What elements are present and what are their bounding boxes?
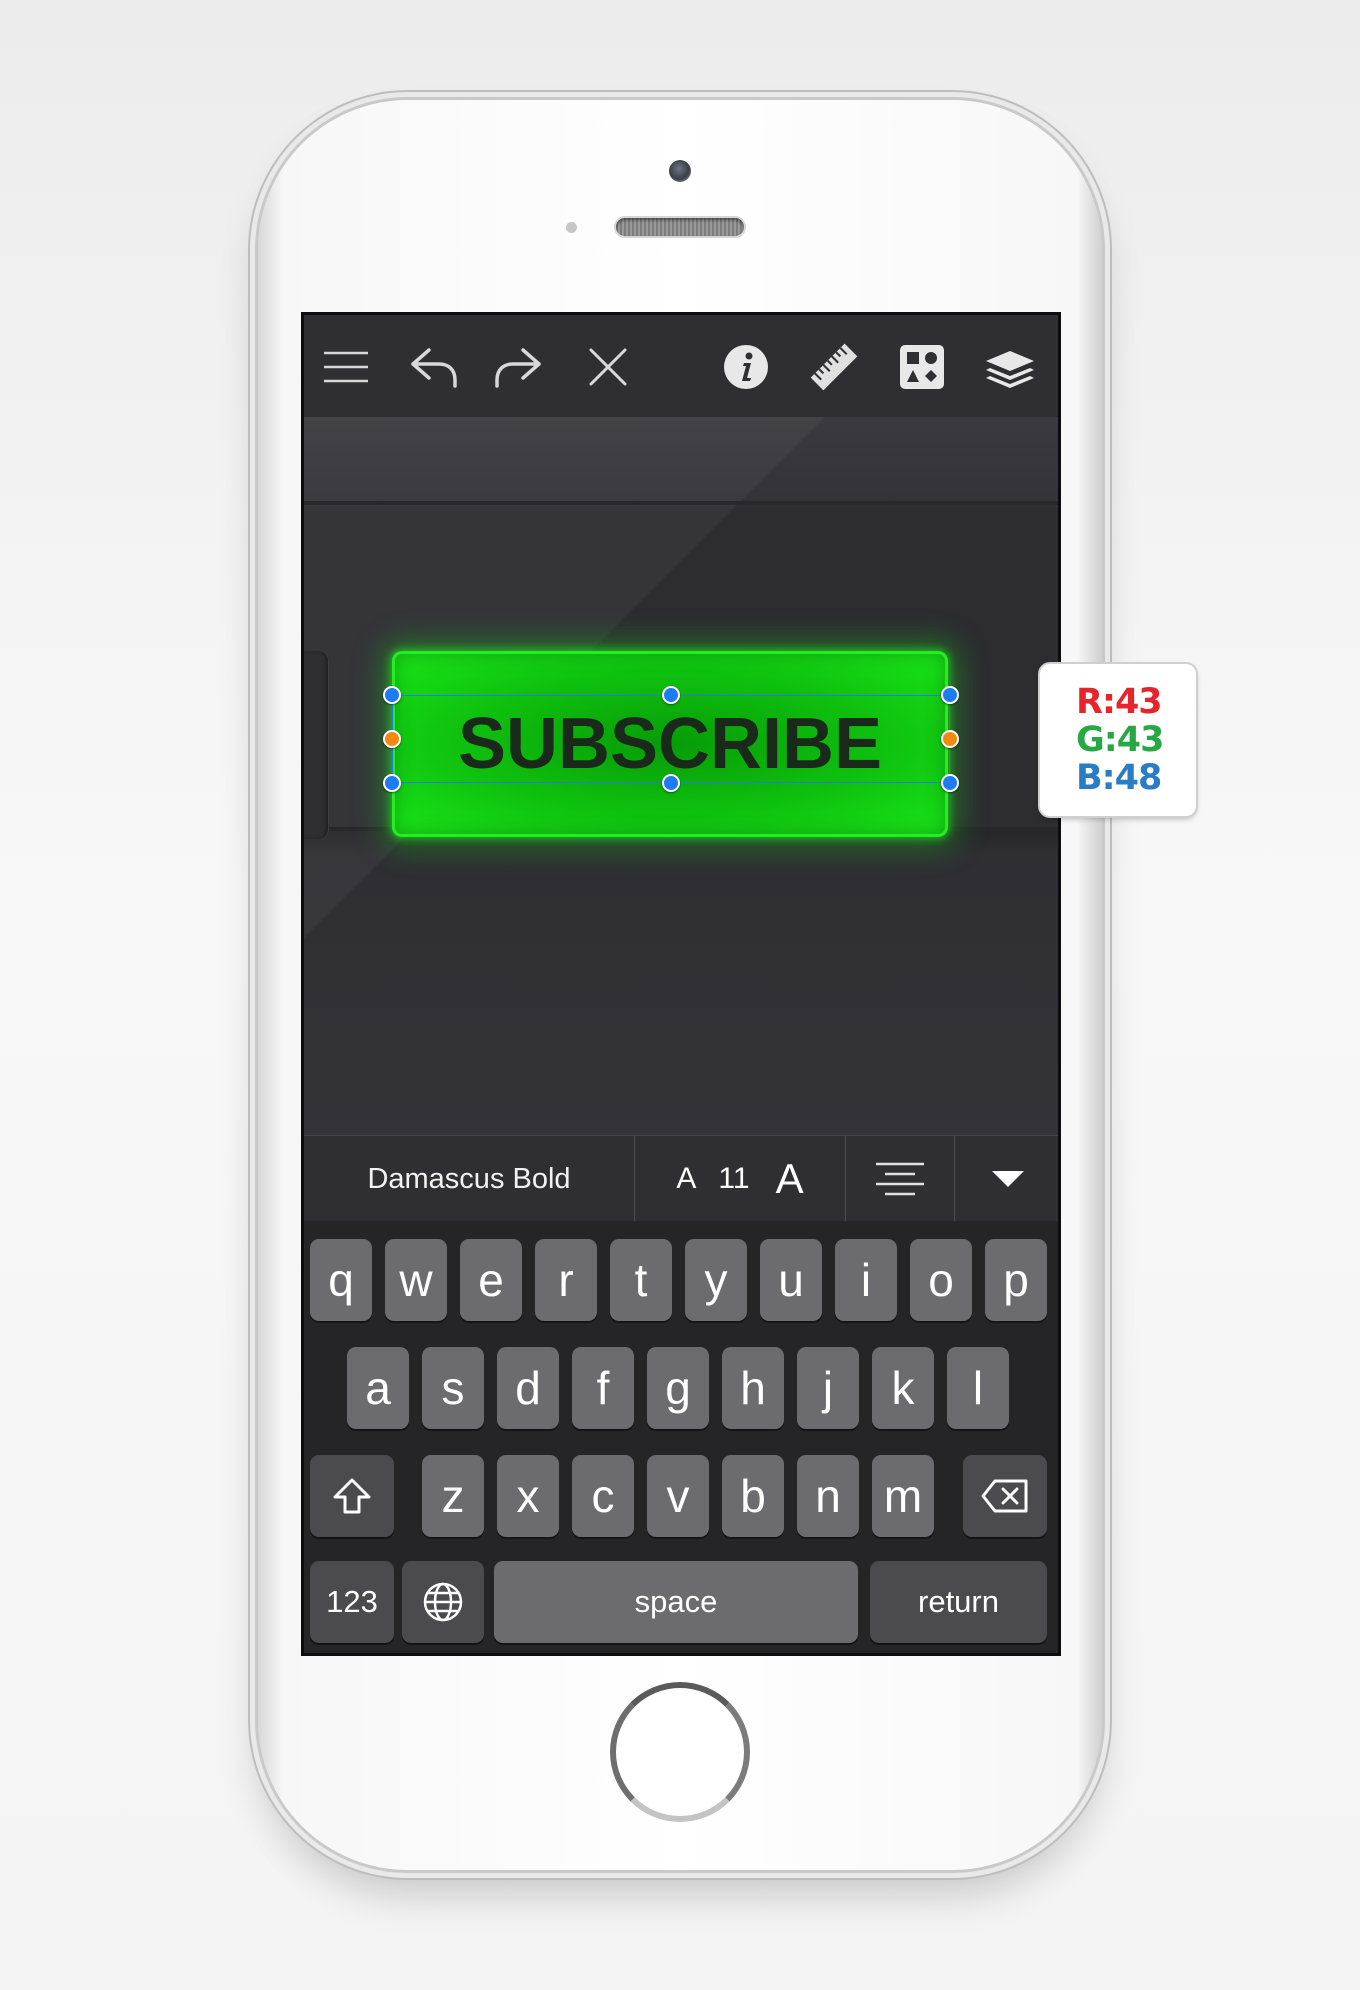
globe-icon	[423, 1582, 463, 1622]
resize-handle-top-center[interactable]	[662, 686, 680, 704]
key-v[interactable]: v	[647, 1455, 709, 1537]
key-s[interactable]: s	[422, 1347, 484, 1429]
resize-handle-bottom-left[interactable]	[383, 774, 401, 792]
key-g[interactable]: g	[647, 1347, 709, 1429]
earpiece-speaker	[616, 218, 744, 236]
key-n[interactable]: n	[797, 1455, 859, 1537]
info-icon[interactable]	[718, 339, 774, 395]
red-value: R:43	[1075, 682, 1163, 722]
design-canvas[interactable]: SUBSCRIBE	[304, 417, 1058, 1147]
key-x[interactable]: x	[497, 1455, 559, 1537]
key-c[interactable]: c	[572, 1455, 634, 1537]
font-name-label: Damascus Bold	[367, 1162, 571, 1195]
numbers-key[interactable]: 123	[310, 1561, 394, 1643]
top-toolbar	[304, 315, 1058, 418]
resize-handle-middle-right[interactable]	[941, 730, 959, 748]
return-key[interactable]: return	[870, 1561, 1047, 1643]
resize-handle-top-right[interactable]	[941, 686, 959, 704]
key-b[interactable]: b	[722, 1455, 784, 1537]
increase-font-size-button[interactable]: A	[776, 1155, 804, 1203]
backspace-icon	[981, 1479, 1028, 1513]
ruler-icon[interactable]	[806, 339, 862, 395]
resize-handle-top-left[interactable]	[383, 686, 401, 704]
key-h[interactable]: h	[722, 1347, 784, 1429]
align-center-icon	[876, 1162, 924, 1196]
resize-handle-bottom-right[interactable]	[941, 774, 959, 792]
key-o[interactable]: o	[910, 1239, 972, 1321]
color-readout-badge: R:43 G:43 B:48	[1040, 664, 1196, 816]
align-center-button[interactable]	[846, 1136, 955, 1222]
key-r[interactable]: r	[535, 1239, 597, 1321]
shift-key[interactable]	[310, 1455, 394, 1537]
font-size-control: A 11 A	[635, 1136, 846, 1222]
key-e[interactable]: e	[460, 1239, 522, 1321]
green-value: G:43	[1075, 720, 1165, 760]
text-selection-box	[392, 695, 950, 783]
chevron-down-icon	[992, 1171, 1024, 1187]
key-k[interactable]: k	[872, 1347, 934, 1429]
key-d[interactable]: d	[497, 1347, 559, 1429]
close-icon[interactable]	[580, 339, 636, 395]
expand-options-button[interactable]	[955, 1136, 1058, 1222]
menu-icon[interactable]	[318, 339, 374, 395]
onscreen-keyboard: q w e r t y u i o p a s d f g h j k l z …	[304, 1221, 1058, 1653]
key-t[interactable]: t	[610, 1239, 672, 1321]
key-f[interactable]: f	[572, 1347, 634, 1429]
font-picker[interactable]: Damascus Bold	[304, 1136, 635, 1222]
text-format-bar: Damascus Bold A 11 A	[304, 1135, 1058, 1223]
shapes-icon[interactable]	[894, 339, 950, 395]
left-panel-edge	[304, 651, 328, 839]
blue-value: B:48	[1075, 758, 1163, 798]
canvas-divider	[304, 501, 1058, 505]
key-u[interactable]: u	[760, 1239, 822, 1321]
key-i[interactable]: i	[835, 1239, 897, 1321]
decrease-font-size-button[interactable]: A	[676, 1162, 696, 1196]
key-l[interactable]: l	[947, 1347, 1009, 1429]
resize-handle-middle-left[interactable]	[383, 730, 401, 748]
redo-icon[interactable]	[490, 339, 546, 395]
resize-handle-bottom-center[interactable]	[662, 774, 680, 792]
key-j[interactable]: j	[797, 1347, 859, 1429]
proximity-sensor	[566, 222, 577, 233]
globe-key[interactable]	[402, 1561, 484, 1643]
undo-icon[interactable]	[406, 339, 462, 395]
font-size-value: 11	[718, 1162, 750, 1195]
key-m[interactable]: m	[872, 1455, 934, 1537]
app-screen: SUBSCRIBE Damascus Bold A 11 A q w e r t…	[301, 312, 1061, 1656]
shift-icon	[333, 1478, 371, 1514]
layers-icon[interactable]	[982, 339, 1038, 395]
key-y[interactable]: y	[685, 1239, 747, 1321]
home-button[interactable]	[610, 1682, 750, 1822]
backspace-key[interactable]	[963, 1455, 1047, 1537]
key-w[interactable]: w	[385, 1239, 447, 1321]
key-z[interactable]: z	[422, 1455, 484, 1537]
space-key[interactable]: space	[494, 1561, 858, 1643]
front-camera	[669, 160, 691, 182]
key-a[interactable]: a	[347, 1347, 409, 1429]
key-p[interactable]: p	[985, 1239, 1047, 1321]
key-q[interactable]: q	[310, 1239, 372, 1321]
